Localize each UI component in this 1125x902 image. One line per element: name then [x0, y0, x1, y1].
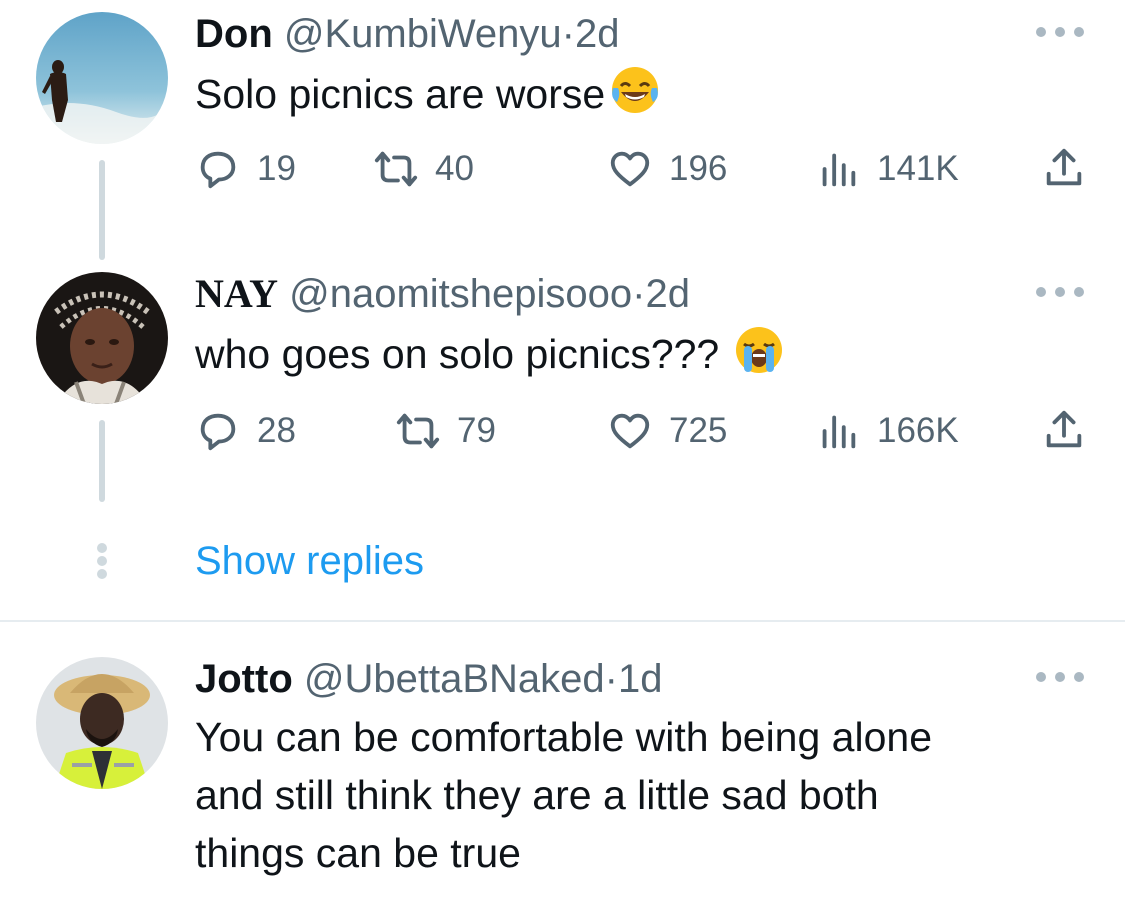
views-button[interactable]: 141K [815, 145, 959, 193]
user-handle[interactable]: @naomitshepisooo [289, 272, 632, 316]
user-handle[interactable]: @KumbiWenyu [284, 12, 562, 56]
more-options-icon[interactable] [1036, 667, 1084, 687]
tweet-text-line: things can be true [195, 830, 521, 876]
tweet-text: Solo picnics are worse [195, 64, 661, 123]
timestamp[interactable]: 2d [575, 12, 620, 56]
share-icon [1046, 148, 1082, 186]
tweet-reply[interactable]: Don @KumbiWenyu·2d Solo picnics are wors… [0, 0, 1125, 240]
tweet-header: Don @KumbiWenyu·2d [195, 10, 619, 58]
timestamp[interactable]: 1d [618, 657, 663, 701]
more-replies-indicator [96, 543, 108, 579]
divider [0, 620, 1125, 622]
face-with-tears-of-joy-icon [612, 67, 659, 113]
tweet-text-content: Solo picnics are worse [195, 71, 606, 117]
view-count: 166K [877, 411, 959, 450]
avatar[interactable] [36, 12, 168, 144]
reply-button[interactable]: 28 [195, 407, 296, 455]
reply-count: 28 [257, 411, 296, 450]
separator: · [561, 12, 575, 56]
retweet-icon [374, 151, 418, 187]
share-button[interactable] [1041, 145, 1087, 196]
retweet-button[interactable]: 40 [373, 145, 474, 193]
reply-icon [200, 413, 236, 451]
timestamp[interactable]: 2d [645, 272, 690, 316]
reply-button[interactable]: 19 [195, 145, 296, 193]
separator: · [632, 272, 646, 316]
loudly-crying-face-icon [736, 327, 783, 373]
tweet-actions: 19 40 196 141K [195, 145, 1095, 193]
view-count: 141K [877, 149, 959, 188]
tweet-reply[interactable]: Jotto @UbettaBNaked·1d You can be comfor… [0, 645, 1125, 902]
reply-count: 19 [257, 149, 296, 188]
analytics-icon [822, 153, 856, 187]
analytics-icon [822, 415, 856, 449]
user-handle[interactable]: @UbettaBNaked [304, 657, 605, 701]
separator: · [604, 657, 618, 701]
display-name[interactable]: Jotto [195, 657, 293, 701]
retweet-icon [396, 413, 440, 449]
views-button[interactable]: 166K [815, 407, 959, 455]
heart-icon [610, 151, 650, 187]
tweet-text-line: You can be comfortable with being alone [195, 714, 932, 760]
like-count: 725 [669, 411, 728, 450]
tweet-text-content: who goes on solo picnics??? [195, 331, 720, 377]
retweet-button[interactable]: 79 [395, 407, 496, 455]
tweet-reply[interactable]: NAY @naomitshepisooo·2d who goes on solo… [0, 260, 1125, 510]
tweet-actions: 28 79 725 166K [195, 407, 1095, 455]
retweet-count: 40 [435, 149, 474, 188]
tweet-text: You can be comfortable with being alone … [195, 708, 932, 882]
more-options-icon[interactable] [1036, 282, 1084, 302]
share-button[interactable] [1041, 407, 1087, 458]
like-count: 196 [669, 149, 728, 188]
tweet-header: Jotto @UbettaBNaked·1d [195, 655, 662, 703]
reply-icon [200, 151, 236, 189]
heart-icon [610, 413, 650, 449]
retweet-count: 79 [457, 411, 496, 450]
avatar[interactable] [36, 657, 168, 789]
tweet-text: who goes on solo picnics??? [195, 324, 785, 383]
display-name[interactable]: Don [195, 12, 273, 56]
like-button[interactable]: 196 [607, 145, 727, 193]
more-options-icon[interactable] [1036, 22, 1084, 42]
show-replies-link[interactable]: Show replies [195, 537, 424, 585]
tweet-header: NAY @naomitshepisooo·2d [195, 270, 690, 318]
tweet-text-line: and still think they are a little sad bo… [195, 772, 879, 818]
share-icon [1046, 410, 1082, 448]
avatar[interactable] [36, 272, 168, 404]
display-name[interactable]: NAY [195, 271, 278, 316]
like-button[interactable]: 725 [607, 407, 727, 455]
